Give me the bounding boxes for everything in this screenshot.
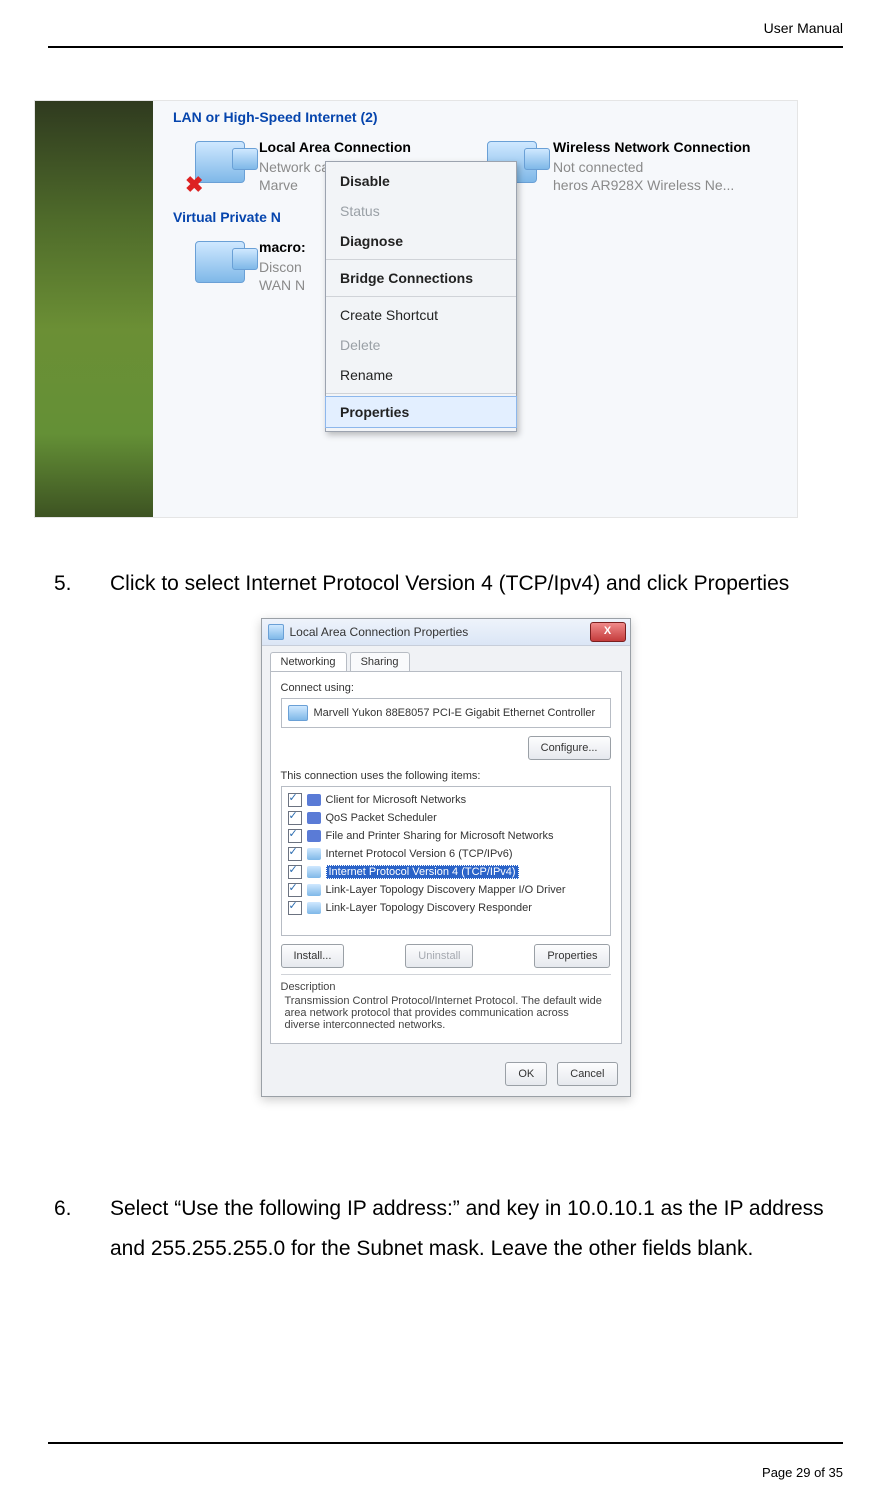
uninstall-button[interactable]: Uninstall: [405, 944, 473, 968]
adapter-name: Marvell Yukon 88E8057 PCI-E Gigabit Ethe…: [314, 707, 596, 719]
step-6: 6.Select “Use the following IP address:”…: [82, 1189, 843, 1269]
list-item-selected[interactable]: Internet Protocol Version 4 (TCP/IPv4): [286, 863, 606, 881]
list-item[interactable]: Client for Microsoft Networks: [286, 791, 606, 809]
description-text: Transmission Control Protocol/Internet P…: [281, 993, 611, 1033]
list-item[interactable]: Link-Layer Topology Discovery Mapper I/O…: [286, 881, 606, 899]
dialog-shield-icon: [268, 624, 284, 640]
dialog-tabs: Networking Sharing: [262, 646, 630, 671]
checkbox-icon[interactable]: [288, 829, 302, 843]
menu-separator: [326, 259, 516, 260]
nic-icon: [288, 705, 308, 721]
item-buttons-row: Install... Uninstall Properties: [281, 944, 611, 968]
service-icon: [307, 830, 321, 842]
tab-sharing[interactable]: Sharing: [350, 652, 410, 671]
list-item[interactable]: Internet Protocol Version 6 (TCP/IPv6): [286, 845, 606, 863]
properties-button[interactable]: Properties: [534, 944, 610, 968]
dialog-title: Local Area Connection Properties: [290, 625, 469, 639]
adapter-box: Marvell Yukon 88E8057 PCI-E Gigabit Ethe…: [281, 698, 611, 728]
menu-item-properties[interactable]: Properties: [326, 397, 516, 427]
step-text: Click to select Internet Protocol Versio…: [110, 572, 789, 595]
page-number: Page 29 of 35: [762, 1465, 843, 1480]
list-item[interactable]: Link-Layer Topology Discovery Responder: [286, 899, 606, 917]
items-label: This connection uses the following items…: [281, 770, 611, 782]
dialog-body: Connect using: Marvell Yukon 88E8057 PCI…: [270, 671, 622, 1044]
dialog-titlebar: Local Area Connection Properties X: [262, 619, 630, 646]
list-item-label: Internet Protocol Version 4 (TCP/IPv4): [326, 865, 519, 879]
list-item-label: Link-Layer Topology Discovery Responder: [326, 902, 532, 914]
tab-networking[interactable]: Networking: [270, 652, 347, 671]
list-item-label: Link-Layer Topology Discovery Mapper I/O…: [326, 884, 566, 896]
checkbox-icon[interactable]: [288, 847, 302, 861]
list-item-label: File and Printer Sharing for Microsoft N…: [326, 830, 554, 842]
menu-item-status[interactable]: Status: [326, 196, 516, 226]
menu-separator: [326, 393, 516, 394]
bottom-rule: [48, 1442, 843, 1444]
checkbox-icon[interactable]: [288, 793, 302, 807]
connection-status-vpn: Discon: [259, 259, 302, 275]
connection-title-vpn: macro:: [259, 239, 306, 255]
connection-adapter-wifi: heros AR928X Wireless Ne...: [553, 177, 734, 193]
menu-item-diagnose[interactable]: Diagnose: [326, 226, 516, 256]
content: LAN or High-Speed Internet (2) ✖ Local A…: [48, 100, 843, 1269]
list-item-label: QoS Packet Scheduler: [326, 812, 437, 824]
ok-button[interactable]: OK: [505, 1062, 547, 1086]
connection-items-list[interactable]: Client for Microsoft Networks QoS Packet…: [281, 786, 611, 936]
service-icon: [307, 794, 321, 806]
list-item[interactable]: File and Printer Sharing for Microsoft N…: [286, 827, 606, 845]
figure-network-connections: LAN or High-Speed Internet (2) ✖ Local A…: [34, 100, 798, 518]
menu-item-disable[interactable]: Disable: [326, 166, 516, 196]
error-x-icon: ✖: [185, 175, 205, 195]
network-adapter-icon: [195, 241, 245, 283]
description-group: Description Transmission Control Protoco…: [281, 974, 611, 1033]
menu-separator: [326, 296, 516, 297]
service-icon: [307, 812, 321, 824]
menu-item-delete[interactable]: Delete: [326, 330, 516, 360]
protocol-icon: [307, 866, 321, 878]
menu-item-bridge[interactable]: Bridge Connections: [326, 263, 516, 293]
step-number: 5.: [82, 564, 110, 604]
description-label: Description: [281, 981, 611, 993]
header-title: User Manual: [764, 20, 843, 36]
protocol-icon: [307, 884, 321, 896]
close-button[interactable]: X: [590, 622, 626, 642]
connect-using-label: Connect using:: [281, 682, 611, 694]
vista-sidebar-strip: [35, 101, 153, 517]
step-text: Select “Use the following IP address:” a…: [110, 1197, 824, 1260]
menu-item-rename[interactable]: Rename: [326, 360, 516, 390]
configure-button[interactable]: Configure...: [528, 736, 611, 760]
list-item-label: Internet Protocol Version 6 (TCP/IPv6): [326, 848, 513, 860]
checkbox-icon[interactable]: [288, 811, 302, 825]
group-header-lan: LAN or High-Speed Internet (2): [173, 109, 378, 125]
connection-title-lan: Local Area Connection: [259, 139, 411, 155]
figure-connection-properties-dialog: Local Area Connection Properties X Netwo…: [261, 618, 631, 1097]
step-number: 6.: [82, 1189, 110, 1229]
checkbox-icon[interactable]: [288, 883, 302, 897]
menu-item-shortcut[interactable]: Create Shortcut: [326, 300, 516, 330]
protocol-icon: [307, 902, 321, 914]
cancel-button[interactable]: Cancel: [557, 1062, 617, 1086]
connection-adapter-vpn: WAN N: [259, 277, 305, 293]
context-menu: Disable Status Diagnose Bridge Connectio…: [325, 161, 517, 432]
list-item-label: Client for Microsoft Networks: [326, 794, 467, 806]
list-item[interactable]: QoS Packet Scheduler: [286, 809, 606, 827]
connection-title-wifi: Wireless Network Connection: [553, 139, 750, 155]
connection-adapter-lan: Marve: [259, 177, 298, 193]
checkbox-icon[interactable]: [288, 901, 302, 915]
connection-status-wifi: Not connected: [553, 159, 643, 175]
protocol-icon: [307, 848, 321, 860]
step-5: 5.Click to select Internet Protocol Vers…: [82, 564, 843, 604]
install-button[interactable]: Install...: [281, 944, 345, 968]
checkbox-icon[interactable]: [288, 865, 302, 879]
page: User Manual LAN or High-Speed Internet (…: [0, 0, 891, 1506]
group-header-vpn: Virtual Private N: [173, 209, 281, 225]
top-rule: [48, 46, 843, 48]
dialog-footer: OK Cancel: [262, 1052, 630, 1096]
